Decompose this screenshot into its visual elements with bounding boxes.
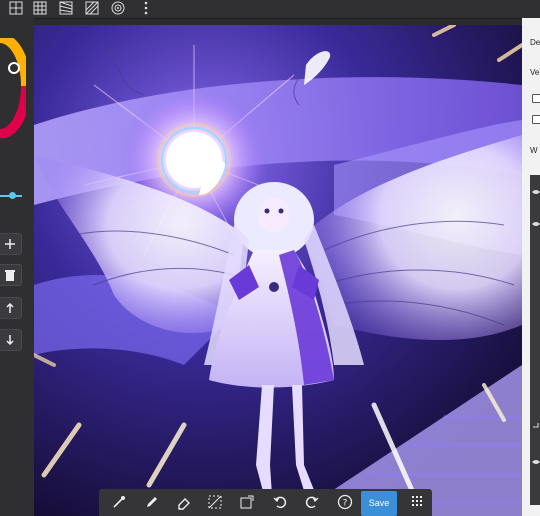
selection-icon[interactable] [207, 494, 223, 510]
grid-square-icon[interactable] [8, 0, 24, 16]
arrow-up-icon [6, 302, 14, 313]
move-layer-down-button[interactable] [0, 329, 22, 351]
help-icon[interactable]: ? [337, 494, 353, 510]
svg-text:?: ? [343, 499, 348, 509]
option-checkbox-1[interactable] [532, 94, 540, 103]
eye-icon[interactable] [532, 181, 540, 194]
layer-list[interactable] [530, 175, 540, 505]
option-checkbox-2[interactable] [532, 115, 540, 124]
keypad-icon[interactable] [409, 494, 425, 510]
pen-icon[interactable] [144, 494, 160, 510]
eye-icon[interactable] [532, 213, 540, 226]
panel-label-w: W [530, 146, 538, 155]
top-toolbar [0, 0, 540, 19]
arrow-down-icon [6, 335, 14, 346]
eraser-icon[interactable] [176, 494, 192, 510]
redo-icon[interactable] [304, 494, 320, 510]
save-button[interactable]: Save [361, 491, 397, 516]
eyedropper-icon[interactable] [111, 494, 127, 510]
artwork [34, 25, 522, 516]
delete-layer-button[interactable] [0, 264, 22, 286]
perspective-left-icon[interactable] [58, 0, 74, 16]
eye-icon[interactable] [532, 451, 540, 464]
add-layer-button[interactable] [0, 233, 22, 255]
perspective-right-icon[interactable] [84, 0, 100, 16]
transform-icon[interactable] [239, 494, 255, 510]
size-slider[interactable] [0, 192, 22, 199]
drawing-canvas[interactable] [34, 25, 522, 516]
panel-label-ve: Ve [530, 68, 540, 77]
trash-icon [5, 270, 15, 281]
panel-label-de: De [530, 38, 540, 47]
radial-icon[interactable] [110, 0, 126, 16]
left-panel [0, 18, 34, 516]
bottom-toolbar: ? Save [99, 489, 432, 516]
layer-arrow-icon[interactable] [532, 415, 540, 428]
color-wheel[interactable] [0, 33, 31, 139]
move-layer-up-button[interactable] [0, 297, 22, 319]
grid-fine-icon[interactable] [32, 0, 48, 16]
more-vert-icon[interactable] [138, 0, 154, 16]
undo-icon[interactable] [272, 494, 288, 510]
add-layer-icon [5, 239, 15, 249]
